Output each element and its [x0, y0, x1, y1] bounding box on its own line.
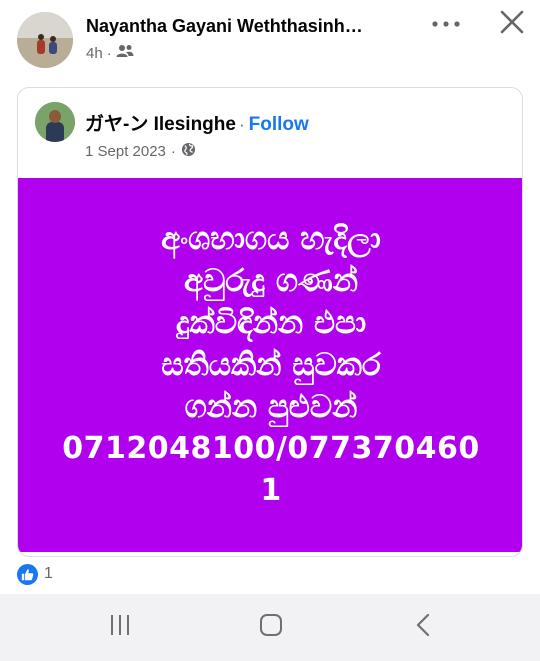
meta-separator: ·: [106, 44, 112, 62]
system-navigation-bar: [0, 594, 540, 661]
back-button[interactable]: [383, 594, 463, 661]
follow-separator: ·: [238, 115, 245, 134]
shared-meta-separator: ·: [170, 143, 176, 160]
globe-icon: [181, 142, 196, 161]
shared-author-name[interactable]: ガヤ-ン Ilesinghe: [85, 109, 236, 136]
post-header: Nayantha Gayani Weththasinh… 4h ·: [0, 0, 540, 80]
home-icon: [259, 613, 283, 642]
recents-button[interactable]: [80, 594, 160, 661]
image-text-line-3: දුක්විඳින්න එපා: [175, 305, 367, 341]
close-button[interactable]: [494, 6, 530, 42]
more-options-button[interactable]: [428, 10, 464, 38]
shared-post-date[interactable]: 1 Sept 2023: [85, 143, 166, 160]
reactions-summary[interactable]: 1: [17, 563, 53, 585]
friends-icon: [116, 44, 134, 62]
close-icon: [500, 10, 524, 39]
shared-post-meta: 1 Sept 2023 ·: [85, 142, 196, 161]
shared-author-avatar[interactable]: [35, 102, 75, 142]
image-text-line-4: සතියකින් සුවකර: [161, 347, 381, 383]
author-name[interactable]: Nayantha Gayani Weththasinh…: [86, 16, 416, 37]
like-icon: [17, 563, 38, 585]
shared-post-header: ガヤ-ン Ilesinghe · Follow 1 Sept 2023 ·: [18, 88, 522, 178]
author-avatar[interactable]: [17, 12, 73, 68]
image-text-line-2: අවුරුදු ගණන්: [183, 263, 358, 299]
post-time[interactable]: 4h: [86, 45, 103, 62]
shared-post-card[interactable]: ガヤ-ン Ilesinghe · Follow 1 Sept 2023 · අං…: [17, 87, 523, 557]
image-phone-number: 0712048100/077370460: [62, 431, 480, 466]
reaction-count: 1: [44, 565, 53, 582]
image-text-line-5: ගන්න පුළුවන්: [184, 389, 358, 425]
post-meta: 4h ·: [86, 44, 134, 62]
image-phone-number-continued: 1: [260, 473, 282, 508]
home-button[interactable]: [231, 594, 311, 661]
shared-author-line: ガヤ-ン Ilesinghe · Follow: [85, 109, 309, 136]
follow-button[interactable]: Follow: [249, 114, 309, 136]
back-icon: [415, 613, 431, 642]
shared-post-image[interactable]: අංශභාගය හැදිලා අවුරුදු ගණන් දුක්විඳින්න …: [18, 178, 522, 552]
more-horizontal-icon: [431, 15, 461, 33]
recents-icon: [108, 614, 132, 641]
image-text-line-1: අංශභාගය හැදිලා: [161, 221, 381, 257]
